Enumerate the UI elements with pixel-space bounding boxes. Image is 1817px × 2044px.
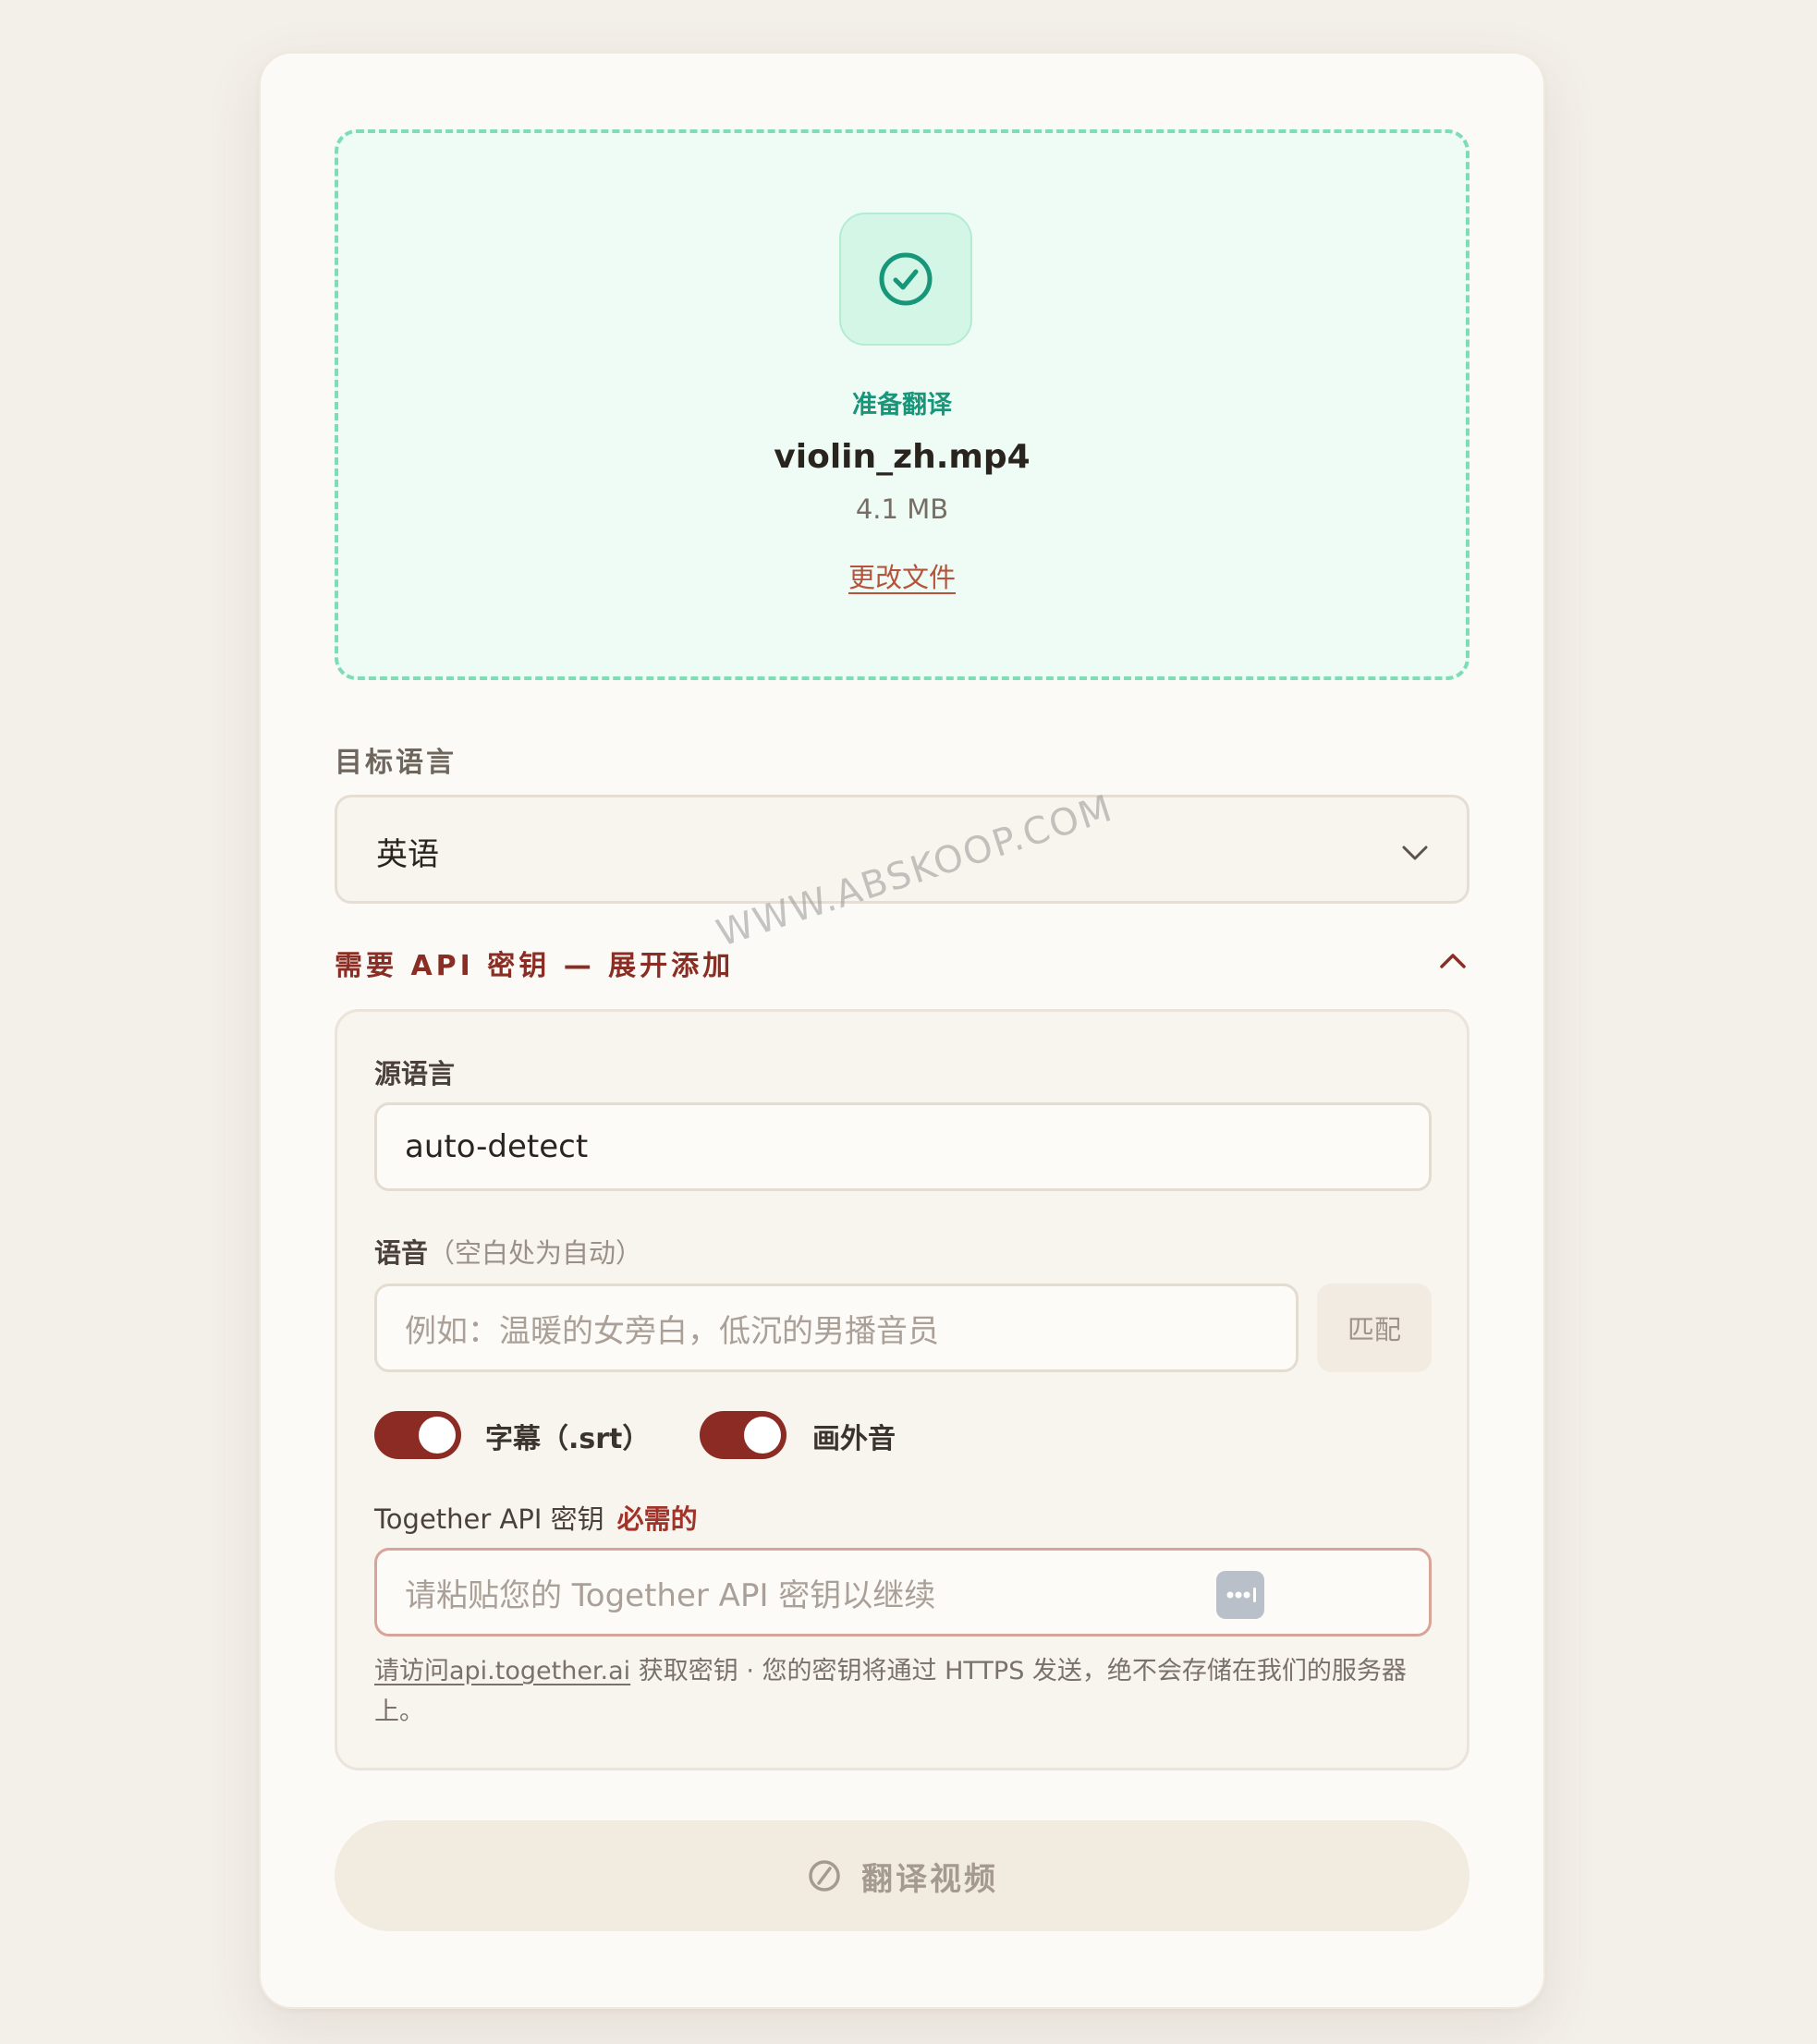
voiceover-toggle[interactable] <box>700 1411 787 1459</box>
translate-video-button[interactable]: 翻译视频 <box>335 1820 1469 1931</box>
api-key-label: Together API 密钥 必需的 <box>374 1498 698 1537</box>
together-link[interactable]: 请访问api.together.ai <box>374 1657 630 1685</box>
subtitles-toggle-label: 字幕（.srt） <box>485 1423 651 1455</box>
file-size: 4.1 MB <box>855 493 949 525</box>
source-language-input[interactable]: auto-detect <box>374 1102 1432 1191</box>
change-file-link[interactable]: 更改文件 <box>848 562 956 593</box>
check-circle-icon <box>839 213 972 346</box>
api-key-input[interactable]: 请粘贴您的 Together API 密钥以继续 <box>374 1548 1432 1636</box>
api-key-placeholder: 请粘贴您的 Together API 密钥以继续 <box>405 1576 936 1614</box>
change-file-wrap: 更改文件 <box>338 556 1466 595</box>
chevron-up-icon <box>1440 954 1466 968</box>
target-language-select[interactable]: 英语 <box>335 795 1469 904</box>
password-manager-icon[interactable] <box>1216 1571 1264 1619</box>
api-key-help: 请访问api.together.ai 获取密钥 · 您的密钥将通过 HTTPS … <box>374 1651 1437 1733</box>
target-language-value: 英语 <box>376 836 439 873</box>
spinner-icon <box>809 1860 840 1892</box>
target-language-label: 目标语言 <box>335 747 457 779</box>
voice-label: 语音（空白处为自动） <box>374 1232 642 1271</box>
match-voice-button[interactable]: 匹配 <box>1317 1284 1432 1372</box>
required-badge: 必需的 <box>616 1503 698 1535</box>
voiceover-toggle-label: 画外音 <box>812 1423 896 1455</box>
source-language-label: 源语言 <box>374 1058 456 1089</box>
voice-hint: （空白处为自动） <box>428 1237 643 1269</box>
page: 准备翻译 violin_zh.mp4 4.1 MB 更改文件 目标语言 英语 需… <box>0 0 1817 2044</box>
api-key-section-toggle[interactable]: 需要 API 密钥 — 展开添加 <box>335 939 1469 983</box>
voice-input[interactable]: 例如：温暖的女旁白，低沉的男播音员 <box>374 1284 1299 1372</box>
subtitles-toggle[interactable] <box>374 1411 461 1459</box>
translate-video-label: 翻译视频 <box>861 1860 998 1898</box>
upload-status: 准备翻译 <box>852 391 952 420</box>
api-settings-panel: 源语言 auto-detect 语音（空白处为自动） 例如：温暖的女旁白，低沉的… <box>335 1009 1469 1770</box>
api-key-label-text: Together API 密钥 <box>374 1503 604 1535</box>
voice-placeholder: 例如：温暖的女旁白，低沉的男播音员 <box>405 1312 939 1350</box>
api-key-section-label: 需要 API 密钥 — 展开添加 <box>335 950 735 982</box>
chevron-down-icon <box>1402 846 1428 860</box>
upload-dropzone[interactable]: 准备翻译 violin_zh.mp4 4.1 MB 更改文件 <box>335 129 1469 680</box>
file-name: violin_zh.mp4 <box>774 438 1030 476</box>
voice-label-text: 语音 <box>374 1237 429 1269</box>
source-language-value: auto-detect <box>405 1128 589 1165</box>
